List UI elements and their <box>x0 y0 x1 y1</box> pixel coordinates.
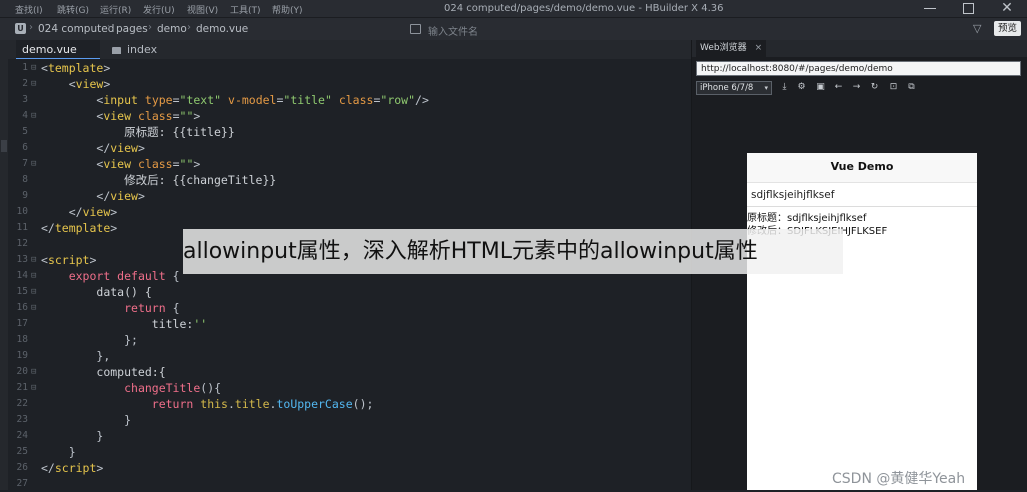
tab-index[interactable]: index <box>112 40 157 59</box>
browser-tab-label: Web浏览器 <box>700 43 747 53</box>
preview-button[interactable]: 预览 <box>994 21 1021 36</box>
minimize-button[interactable] <box>918 0 942 16</box>
menu-tools[interactable]: 工具(T) <box>230 3 261 16</box>
copy-icon[interactable]: ⧉ <box>906 82 917 92</box>
editor-tab-bar: demo.vue index <box>8 40 691 59</box>
code-line: 5 原标题: {{title}} <box>22 125 235 139</box>
close-icon[interactable]: × <box>755 43 763 53</box>
menu-run[interactable]: 运行(R) <box>100 3 131 16</box>
code-line: 9 </view> <box>22 189 145 203</box>
code-line: 21 ⊟ changeTitle(){ <box>16 380 222 396</box>
activity-marker[interactable] <box>1 140 7 152</box>
menu-find[interactable]: 查找(I) <box>15 3 43 16</box>
device-select[interactable]: iPhone 6/7/8 ▾ <box>696 81 772 95</box>
menu-bar: 查找(I) 跳转(G) 运行(R) 发行(U) 视图(V) 工具(T) 帮助(Y… <box>0 0 1027 17</box>
chevron-down-icon: ▾ <box>764 84 768 92</box>
code-line: 22 return this.title.toUpperCase(); <box>16 397 374 411</box>
project-icon[interactable]: U <box>15 23 26 34</box>
maximize-icon <box>962 2 974 14</box>
code-line: 8 修改后: {{changeTitle}} <box>22 173 277 187</box>
chevron-right-icon: › <box>29 22 33 33</box>
title-input[interactable]: sdjflksjeihjflksef <box>747 186 977 207</box>
fold-icon[interactable]: ⊟ <box>31 60 36 76</box>
fold-icon[interactable]: ⊟ <box>31 76 36 92</box>
code-line: 23 } <box>16 413 132 427</box>
device-select-value: iPhone 6/7/8 <box>700 83 754 93</box>
url-input[interactable]: http://localhost:8080/#/pages/demo/demo <box>696 61 1021 76</box>
code-line: 15 ⊟ data() { <box>16 284 152 300</box>
fold-icon[interactable]: ⊟ <box>31 380 36 396</box>
close-icon: ✕ <box>1001 0 1013 16</box>
menu-view[interactable]: 视图(V) <box>187 3 218 16</box>
tab-demo-vue[interactable]: demo.vue <box>16 40 100 59</box>
code-line: 1 ⊟ <template> <box>22 60 111 76</box>
code-line: 24 } <box>16 429 104 443</box>
settings-icon[interactable]: ⚙ <box>796 82 807 92</box>
code-line: 10 </view> <box>16 205 118 219</box>
code-line: 6 </view> <box>22 141 145 155</box>
breadcrumb-toolbar: U › 024 computed › pages › demo › demo.v… <box>0 17 1027 41</box>
phone-preview: Vue Demo sdjflksjeihjflksef 原标题：sdjflksj… <box>747 153 977 490</box>
code-line: 26 </script> <box>16 461 104 475</box>
code-line: 3 <input type="text" v-model="title" cla… <box>22 93 429 107</box>
back-icon[interactable]: ← <box>833 82 844 92</box>
phone-nav-title: Vue Demo <box>830 160 894 173</box>
breadcrumb-file[interactable]: demo.vue <box>196 23 248 35</box>
code-line: 4 ⊟ <view class=""> <box>22 108 201 124</box>
fold-icon[interactable]: ⊟ <box>31 284 36 300</box>
title-input-value: sdjflksjeihjflksef <box>751 189 835 201</box>
lock-icon[interactable]: ⊡ <box>888 82 899 92</box>
tab-web-browser[interactable]: Web浏览器 × <box>696 40 767 57</box>
code-line: 18 }; <box>16 333 138 347</box>
code-editor[interactable]: 1 ⊟ <template> 2 ⊟ <view> 3 <input type="te… <box>8 60 691 490</box>
csdn-watermark: CSDN @黄健华Yeah <box>832 471 966 487</box>
chevron-right-icon: › <box>148 22 152 33</box>
filter-icon[interactable]: ▽ <box>973 22 981 35</box>
menu-goto[interactable]: 跳转(G) <box>57 3 89 16</box>
file-search-input[interactable]: 输入文件名 <box>428 23 478 38</box>
code-line: 7 ⊟ <view class=""> <box>22 156 201 172</box>
code-line: 16 ⊟ return { <box>16 300 180 316</box>
menu-help[interactable]: 帮助(Y) <box>272 3 303 16</box>
phone-navbar: Vue Demo <box>747 153 977 183</box>
breadcrumb-demo[interactable]: demo <box>157 23 187 35</box>
folder-icon <box>112 46 121 54</box>
code-line: 25 } <box>16 445 76 459</box>
fold-icon[interactable]: ⊟ <box>31 300 36 316</box>
tab-label: index <box>127 43 158 56</box>
fold-icon[interactable]: ⊟ <box>31 108 36 124</box>
browser-tab-bar: Web浏览器 × <box>692 40 1027 57</box>
file-search-icon <box>410 24 421 34</box>
window-title: 024 computed/pages/demo/demo.vue - HBuil… <box>444 3 724 14</box>
fold-icon[interactable]: ⊟ <box>31 156 36 172</box>
chevron-right-icon: › <box>107 22 111 33</box>
fold-icon[interactable]: ⊟ <box>31 364 36 380</box>
code-line: 2 ⊟ <view> <box>22 76 111 92</box>
refresh-icon[interactable]: ↻ <box>869 82 880 92</box>
breadcrumb-project[interactable]: 024 computed <box>38 23 114 35</box>
forward-icon[interactable]: → <box>851 82 862 92</box>
activity-strip <box>0 40 8 490</box>
menu-publish[interactable]: 发行(U) <box>143 3 175 16</box>
maximize-button[interactable] <box>956 0 980 16</box>
tab-label: demo.vue <box>22 43 77 56</box>
close-button[interactable]: ✕ <box>995 0 1019 16</box>
caption-banner: allowinput属性，深入解析HTML元素中的allowinput属性 <box>183 229 843 274</box>
devtools-icon[interactable]: ▣ <box>815 82 826 92</box>
fold-icon[interactable]: ⊟ <box>31 268 36 284</box>
code-line: 19 }, <box>16 349 111 363</box>
minimize-icon <box>924 7 936 9</box>
code-line: 17 title:'' <box>16 317 208 331</box>
chevron-right-icon: › <box>187 22 191 33</box>
code-line: 20 ⊟ computed:{ <box>16 364 166 380</box>
fold-icon[interactable]: ⊟ <box>31 252 36 268</box>
breadcrumb-pages[interactable]: pages <box>116 23 148 35</box>
screenshot-icon[interactable]: ⤓ <box>779 82 790 92</box>
